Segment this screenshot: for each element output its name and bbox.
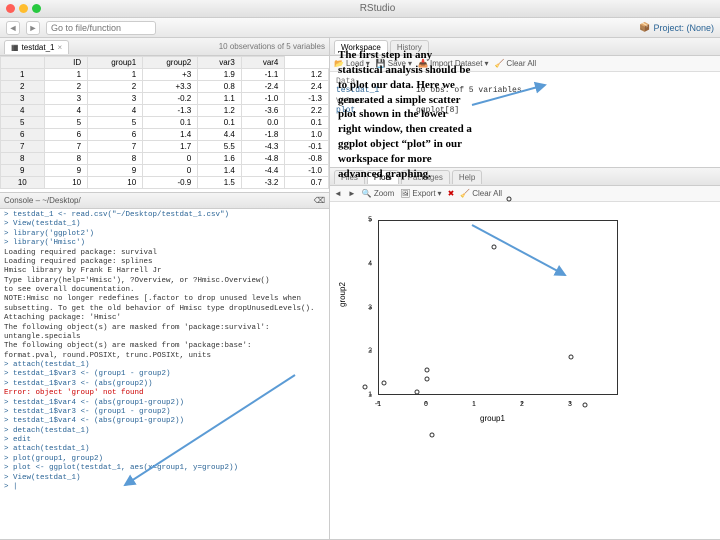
plots-toolbar: ◄ ► 🔍Zoom 🖼Export▾ ✖ 🧹Clear All xyxy=(330,186,720,202)
y-axis-label: group2 xyxy=(338,282,347,307)
export-button[interactable]: 🖼Export▾ xyxy=(400,189,441,198)
console-clear-icon[interactable]: ⌫ xyxy=(314,196,325,205)
main-toolbar: ◄ ► 📦 Project: (None) xyxy=(0,18,720,38)
back-icon[interactable]: ◄ xyxy=(6,21,20,35)
window-controls[interactable] xyxy=(6,4,41,13)
clear-button[interactable]: 🧹Clear All xyxy=(494,59,536,68)
plot-fwd-icon[interactable]: ► xyxy=(348,189,356,198)
zoom-icon: 🔍 xyxy=(362,189,372,198)
app-title: RStudio xyxy=(41,3,714,14)
minimize-icon[interactable] xyxy=(19,4,28,13)
project-icon: 📦 xyxy=(639,22,650,33)
annotation-text: The first step in any statistical analys… xyxy=(338,48,473,182)
console-header: Console – ~/Desktop/ ⌫ xyxy=(0,193,329,209)
source-tabs: ▦ testdat_1 × 10 observations of 5 varia… xyxy=(0,38,329,56)
console-title: Console – ~/Desktop/ xyxy=(4,196,81,205)
tab-testdat[interactable]: ▦ testdat_1 × xyxy=(4,40,69,54)
close-tab-icon[interactable]: × xyxy=(57,43,62,52)
data-viewer[interactable]: IDgroup1group2var3var4111+31.9-1.11.2222… xyxy=(0,56,329,192)
arrow-to-plot xyxy=(470,220,570,280)
window-titlebar: RStudio xyxy=(0,0,720,18)
forward-icon[interactable]: ► xyxy=(26,21,40,35)
project-label: Project: (None) xyxy=(653,23,714,33)
goto-file-input[interactable] xyxy=(46,21,156,35)
arrow-to-console xyxy=(120,370,300,490)
arrow-to-workspace xyxy=(470,80,550,110)
table-icon: ▦ xyxy=(11,43,19,52)
x-axis-label: group1 xyxy=(480,414,505,423)
close-icon[interactable] xyxy=(6,4,15,13)
zoom-button[interactable]: 🔍Zoom xyxy=(362,189,394,198)
broom-icon: 🧹 xyxy=(494,59,504,68)
project-menu[interactable]: 📦 Project: (None) xyxy=(639,22,714,33)
broom-icon: 🧹 xyxy=(460,189,470,198)
source-info: 10 observations of 5 variables xyxy=(219,42,325,51)
plot-back-icon[interactable]: ◄ xyxy=(334,189,342,198)
clear-plots-button[interactable]: 🧹Clear All xyxy=(460,189,502,198)
zoom-icon[interactable] xyxy=(32,4,41,13)
tab-label: testdat_1 xyxy=(22,43,55,52)
export-icon: 🖼 xyxy=(400,189,410,198)
remove-plot-icon[interactable]: ✖ xyxy=(448,189,455,198)
